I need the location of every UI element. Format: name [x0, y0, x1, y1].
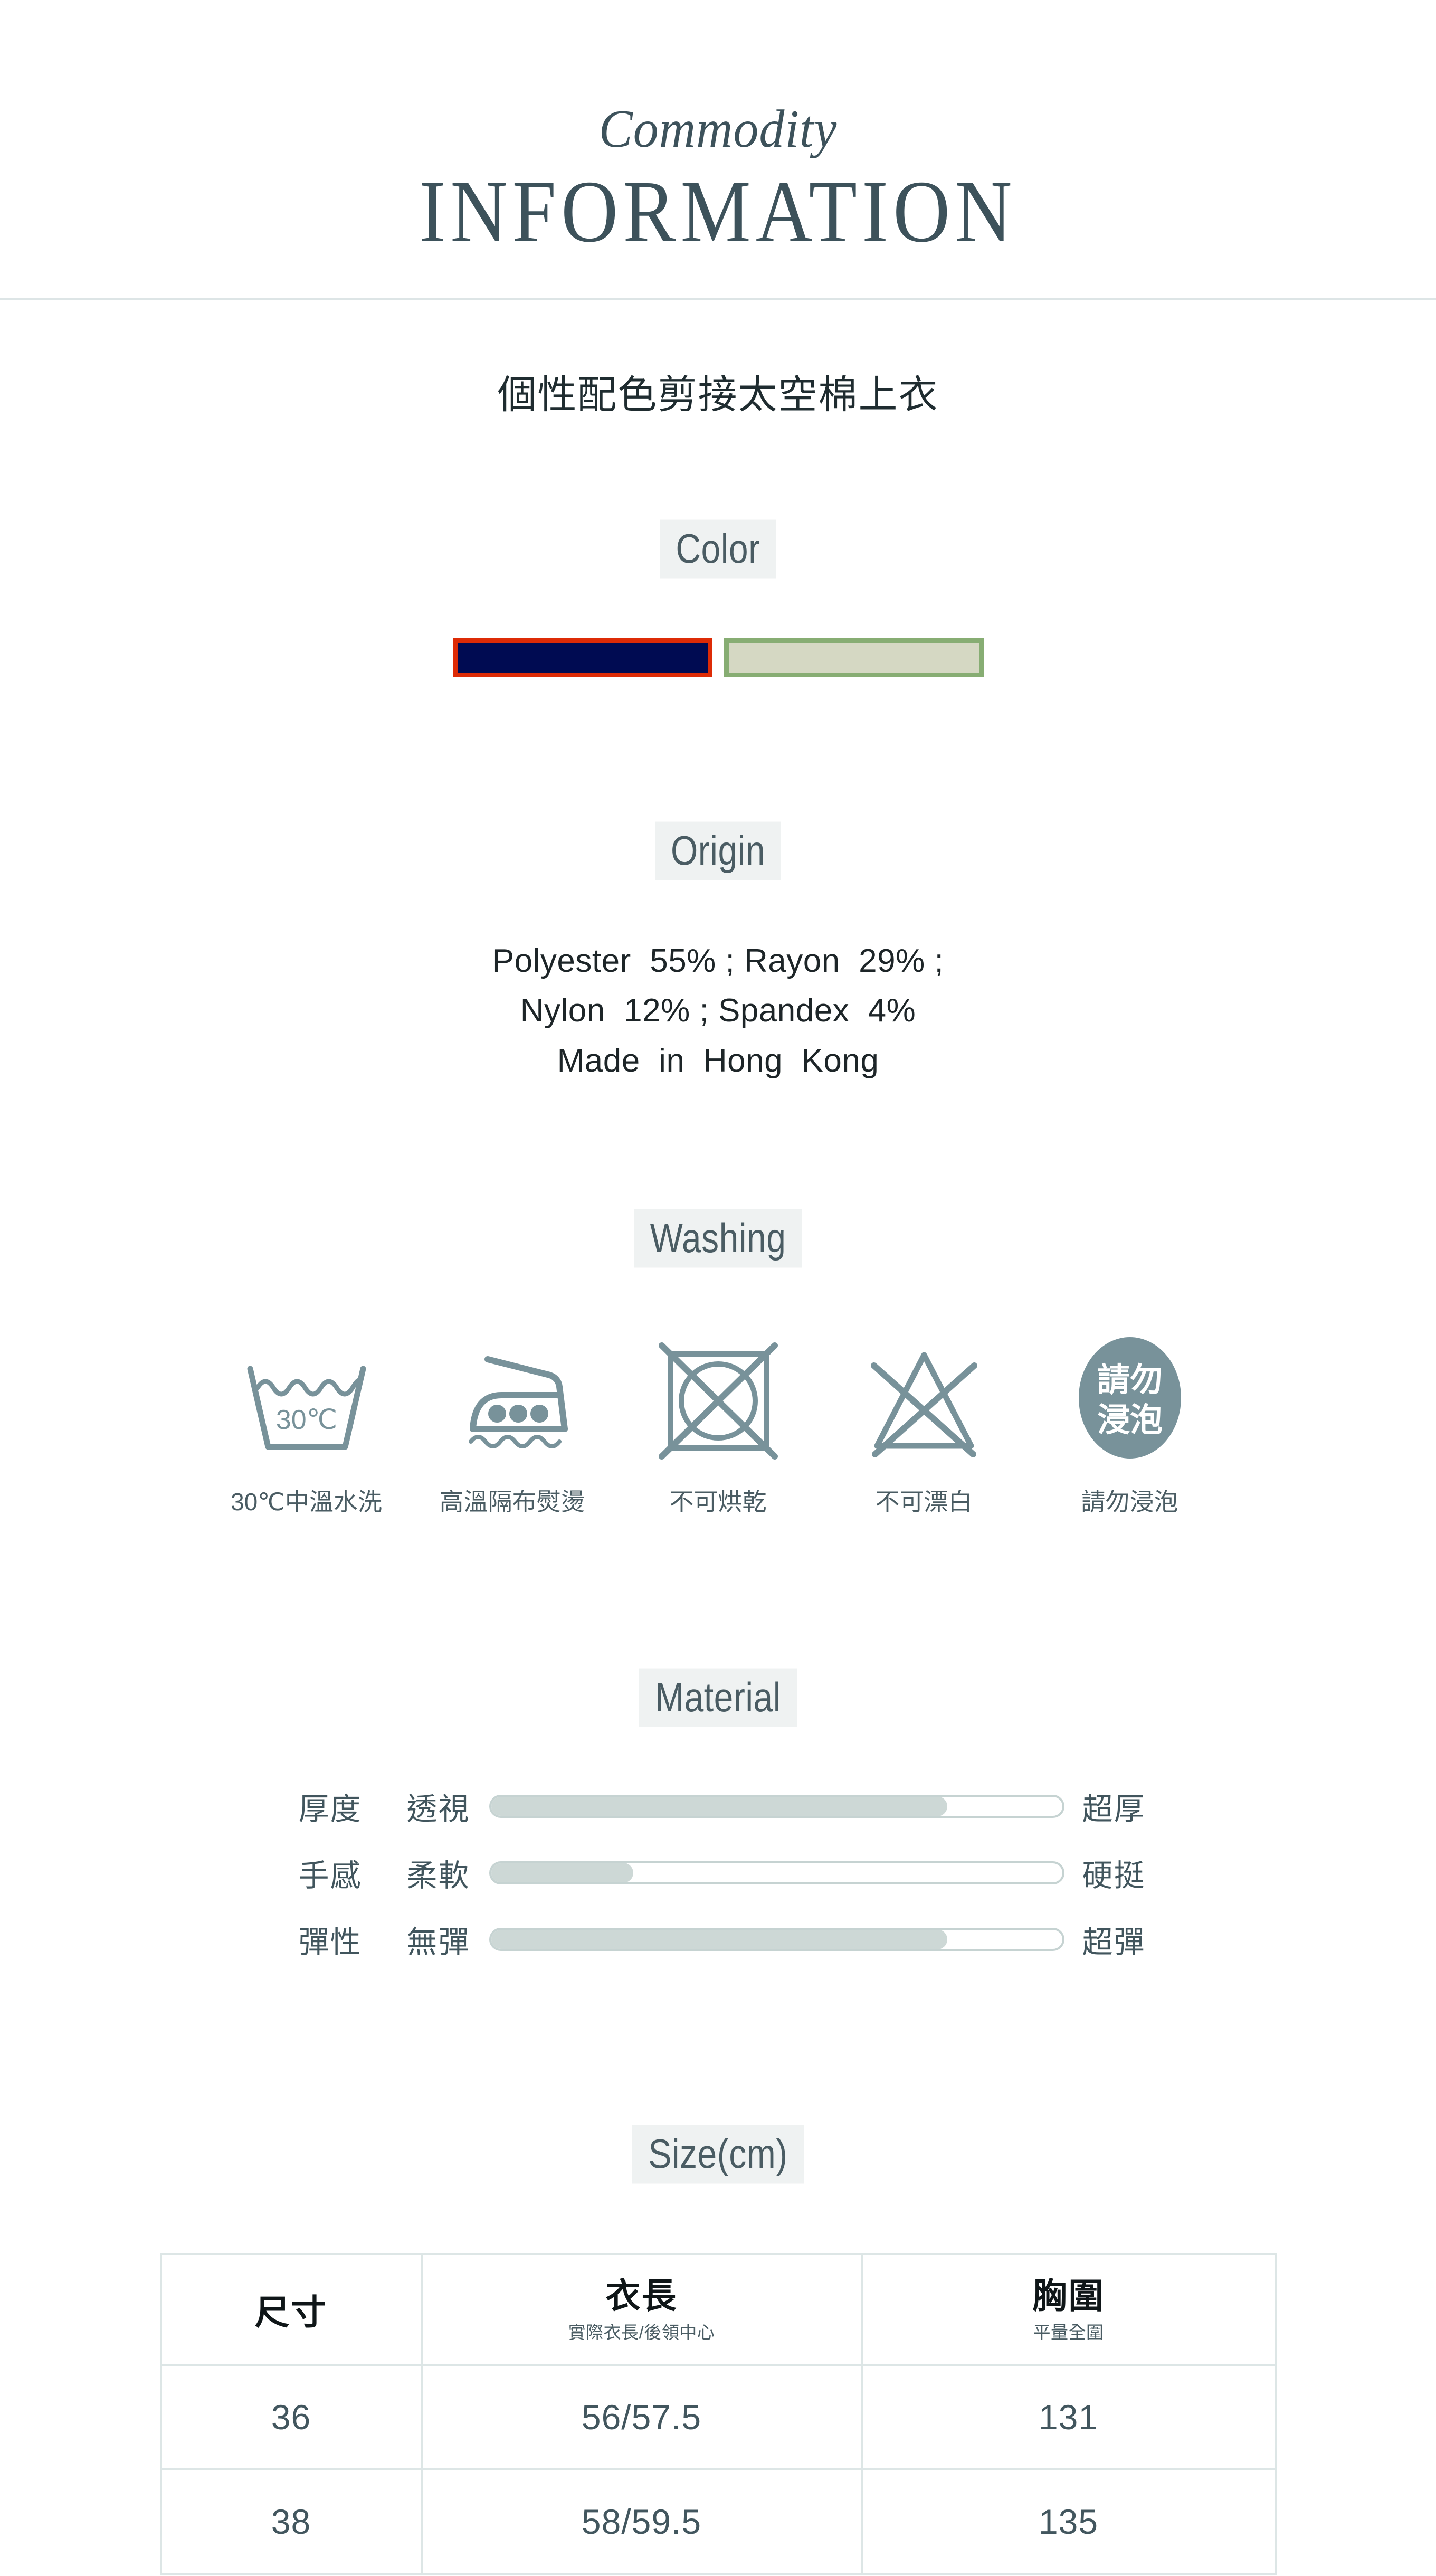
material-row: 手感 柔軟 硬挺 [0, 1851, 1436, 1895]
material-slider-track[interactable] [489, 1861, 1064, 1885]
page-title-main: INFORMATION [0, 154, 1436, 256]
material-scale-min-label: 無彈 [406, 1925, 470, 1960]
wash-care-item: 不可烘乾 [615, 1328, 821, 1518]
header-divider [0, 298, 1436, 300]
material-row: 彈性 無彈 超彈 [0, 1917, 1436, 1962]
material-slider-list: 厚度 透視 超厚 手感 柔軟 硬挺 彈性 無彈 超彈 [0, 1784, 1436, 1962]
material-slider-fill [491, 1863, 633, 1883]
material-slider-fill [491, 1797, 948, 1816]
no-tumble-dry-icon [615, 1328, 821, 1460]
wash-care-item: 請勿 浸泡 請勿浸泡 [1027, 1328, 1233, 1518]
material-slider-fill [491, 1930, 948, 1949]
washing-icon-row: 30℃ 30℃中溫水洗 高溫隔布熨燙 不可烘乾 不可漂白 請勿 浸泡 請勿浸泡 [0, 1328, 1436, 1518]
column-header-bust-text: 胸圍 [1032, 2276, 1105, 2315]
size-table: 尺寸 衣長 實際衣長/後領中心 胸圍 平量全圍 36 56/57.5 131 3… [159, 2253, 1277, 2575]
color-section: Color [0, 519, 1436, 677]
material-slider-track[interactable] [489, 1928, 1064, 1952]
table-row: 36 56/57.5 131 [159, 2364, 1277, 2471]
table-row: 38 58/59.5 135 [159, 2468, 1277, 2575]
iron-three-dots-icon [410, 1328, 615, 1460]
wash-care-label: 高溫隔布熨燙 [439, 1488, 585, 1516]
cell-bust: 135 [860, 2468, 1277, 2575]
cell-length: 58/59.5 [420, 2468, 863, 2575]
washing-section-label: Washing [634, 1209, 802, 1268]
size-section: Size(cm) 尺寸 衣長 實際衣長/後領中心 胸圍 平量全圍 36 56/5… [0, 2125, 1436, 2575]
color-section-label: Color [660, 519, 776, 578]
size-section-label: Size(cm) [632, 2125, 804, 2184]
column-header-bust-note: 平量全圍 [1033, 2323, 1104, 2343]
wash-basin-30c-icon: 30℃ [204, 1328, 410, 1460]
size-section-header: Size(cm) [0, 2125, 1436, 2184]
material-scale-min-label: 柔軟 [406, 1859, 470, 1893]
table-header-row: 尺寸 衣長 實際衣長/後領中心 胸圍 平量全圍 [159, 2253, 1277, 2366]
size-table-head: 尺寸 衣長 實際衣長/後領中心 胸圍 平量全圍 [159, 2253, 1277, 2366]
origin-line-2: Nylon 12% ; Spandex 4% [520, 992, 916, 1029]
origin-line-1: Polyester 55% ; Rayon 29% ; [492, 943, 944, 980]
washing-section-header: Washing [0, 1209, 1436, 1268]
do-not-soak-text-line1: 請勿 [1097, 1362, 1162, 1398]
material-scale-max-label: 硬挺 [1082, 1859, 1146, 1893]
color-section-header: Color [0, 519, 1436, 578]
material-attribute-label: 彈性 [298, 1925, 362, 1960]
column-header-bust: 胸圍 平量全圍 [860, 2253, 1277, 2366]
column-header-length-text: 衣長 [605, 2276, 678, 2315]
page-header: Commodity INFORMATION [0, 0, 1436, 300]
wash-care-label: 不可漂白 [875, 1488, 973, 1516]
size-table-body: 36 56/57.5 131 38 58/59.5 135 [159, 2364, 1277, 2575]
script-title-text: Commodity [598, 98, 838, 159]
column-header-length: 衣長 實際衣長/後領中心 [420, 2253, 863, 2366]
column-header-size-text: 尺寸 [254, 2293, 328, 2332]
material-scale-max-label: 超厚 [1082, 1792, 1146, 1827]
page-title-script: Commodity [0, 98, 1436, 159]
cell-length: 56/57.5 [420, 2364, 863, 2471]
wash-care-item: 不可漂白 [821, 1328, 1027, 1518]
size-table-wrapper: 尺寸 衣長 實際衣長/後領中心 胸圍 平量全圍 36 56/57.5 131 3… [0, 2253, 1436, 2575]
cell-size: 36 [159, 2364, 423, 2471]
origin-section-header: Origin [0, 821, 1436, 880]
wash-care-label: 請勿浸泡 [1081, 1488, 1178, 1516]
navy-red-swatch[interactable] [452, 638, 712, 677]
material-scale-max-label: 超彈 [1082, 1925, 1146, 1960]
cell-bust: 131 [860, 2364, 1277, 2471]
material-section: Material 厚度 透視 超厚 手感 柔軟 硬挺 彈性 無彈 超彈 [0, 1668, 1436, 1962]
material-row: 厚度 透視 超厚 [0, 1784, 1436, 1829]
main-title-text: INFORMATION [419, 163, 1017, 261]
no-bleach-icon [821, 1328, 1027, 1460]
product-name: 個性配色剪接太空棉上衣 [497, 373, 939, 416]
column-header-size: 尺寸 [159, 2253, 423, 2366]
wash-temp-text: 30℃ [275, 1405, 337, 1435]
wash-care-item: 30℃ 30℃中溫水洗 [204, 1328, 410, 1518]
origin-composition: Polyester 55% ; Rayon 29% ; Nylon 12% ; … [0, 936, 1436, 1086]
material-scale-min-label: 透視 [406, 1792, 470, 1827]
cell-size: 38 [159, 2468, 423, 2575]
do-not-soak-text-line2: 浸泡 [1097, 1402, 1162, 1438]
column-header-length-note: 實際衣長/後領中心 [568, 2323, 715, 2343]
material-section-header: Material [0, 1668, 1436, 1727]
do-not-soak-icon: 請勿 浸泡 [1027, 1328, 1233, 1460]
material-attribute-label: 厚度 [298, 1792, 362, 1827]
color-swatch-row [0, 638, 1436, 677]
origin-section: Origin Polyester 55% ; Rayon 29% ; Nylon… [0, 821, 1436, 1086]
origin-line-3: Made in Hong Kong [557, 1042, 879, 1079]
wash-care-label: 30℃中溫水洗 [231, 1488, 382, 1516]
wash-care-label: 不可烘乾 [669, 1488, 767, 1516]
material-attribute-label: 手感 [298, 1859, 362, 1893]
wash-care-item: 高溫隔布熨燙 [410, 1328, 615, 1518]
material-slider-track[interactable] [489, 1795, 1064, 1819]
origin-section-label: Origin [654, 821, 782, 880]
sage-green-swatch[interactable] [724, 638, 984, 677]
material-section-label: Material [639, 1668, 797, 1727]
washing-section: Washing 30℃ 30℃中溫水洗 高溫隔布熨燙 不可烘乾 不可漂白 請勿 … [0, 1209, 1436, 1518]
